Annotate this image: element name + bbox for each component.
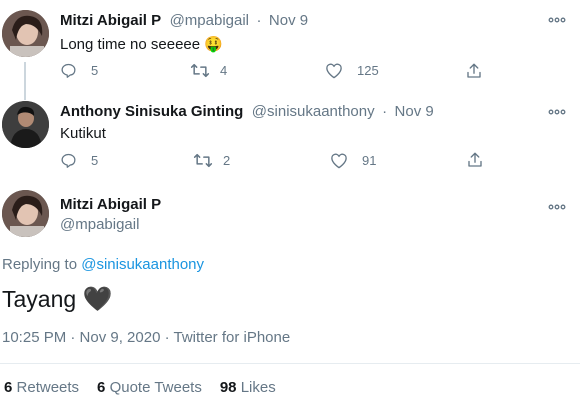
replying-to: Replying to @sinisukaanthony: [2, 256, 204, 273]
tweet-meta[interactable]: 10:25 PM · Nov 9, 2020 · Twitter for iPh…: [2, 329, 290, 346]
stat-retweets[interactable]: 6 Retweets: [4, 379, 79, 396]
retweet-button[interactable]: 2: [193, 152, 230, 169]
share-button[interactable]: [466, 151, 484, 169]
retweet-icon: [193, 153, 213, 168]
tweet-text: Long time no seeeee: [60, 36, 201, 53]
reply-icon: [61, 63, 76, 78]
retweet-button[interactable]: 4: [190, 62, 227, 79]
more-icon[interactable]: [548, 199, 566, 215]
tweet-date[interactable]: Nov 9: [395, 103, 434, 120]
retweet-count: 2: [223, 153, 231, 168]
retweet-count: 4: [220, 63, 228, 78]
tweet-date[interactable]: Nov 9: [269, 12, 308, 29]
main-tweet-text: Tayang: [2, 286, 77, 312]
stat-quote-tweets[interactable]: 6 Quote Tweets: [97, 379, 202, 396]
author-handle[interactable]: @mpabigail: [60, 216, 139, 233]
like-count: 91: [362, 153, 377, 168]
replying-prefix: Replying to: [2, 256, 78, 273]
more-icon[interactable]: [548, 104, 566, 120]
reply-icon: [61, 153, 76, 168]
like-button[interactable]: 91: [330, 152, 376, 169]
share-button[interactable]: [465, 62, 483, 80]
money-face-emoji: 🤑: [204, 36, 223, 53]
divider: [0, 363, 580, 364]
like-button[interactable]: 125: [325, 62, 379, 79]
separator: ·: [256, 12, 262, 29]
like-icon: [326, 63, 342, 79]
replying-to-link[interactable]: @sinisukaanthony: [81, 256, 204, 273]
avatar[interactable]: [2, 101, 49, 148]
tweet-stats: 6 Retweets 6 Quote Tweets 98 Likes: [4, 379, 276, 396]
separator: ·: [382, 103, 388, 120]
author-name[interactable]: Mitzi Abigail P: [60, 12, 161, 29]
author-name[interactable]: Mitzi Abigail P: [60, 196, 161, 213]
reply-count: 5: [91, 63, 99, 78]
reply-count: 5: [91, 153, 99, 168]
like-count: 125: [357, 63, 379, 78]
like-icon: [331, 153, 347, 169]
avatar[interactable]: [2, 190, 49, 237]
tweet-text: Kutikut: [60, 125, 106, 142]
black-heart-emoji: 🖤: [82, 286, 113, 313]
main-tweet: Mitzi Abigail P @mpabigail Replying to @…: [0, 183, 580, 402]
avatar[interactable]: [2, 10, 49, 57]
stat-likes[interactable]: 98 Likes: [220, 379, 276, 396]
share-icon: [467, 63, 481, 78]
reply-button[interactable]: 5: [60, 152, 98, 169]
tweet-item[interactable]: Mitzi Abigail P @mpabigail · Nov 9 Long …: [0, 0, 580, 95]
more-icon[interactable]: [548, 12, 566, 28]
share-icon: [468, 152, 482, 167]
reply-button[interactable]: 5: [60, 62, 98, 79]
author-handle[interactable]: @mpabigail: [170, 12, 249, 29]
retweet-icon: [190, 63, 210, 78]
author-handle[interactable]: @sinisukaanthony: [252, 103, 375, 120]
author-name[interactable]: Anthony Sinisuka Ginting: [60, 103, 243, 120]
tweet-item[interactable]: Anthony Sinisuka Ginting @sinisukaanthon…: [0, 95, 580, 183]
